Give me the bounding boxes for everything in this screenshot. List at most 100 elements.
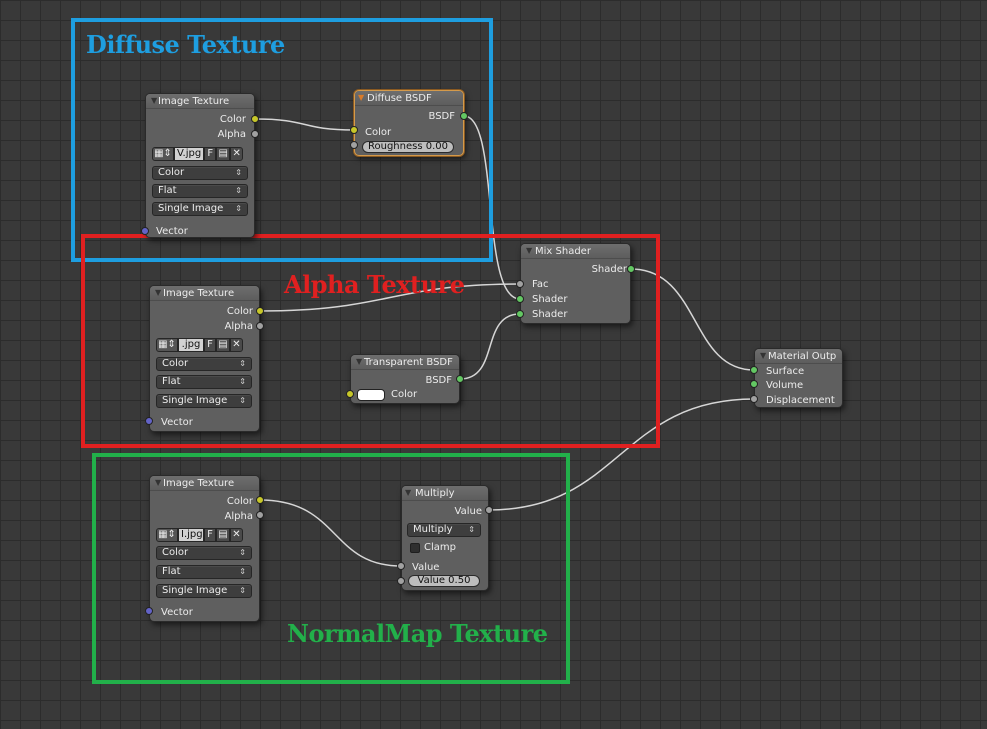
output-bsdf-socket[interactable] bbox=[456, 375, 464, 383]
output-shader-socket[interactable] bbox=[627, 265, 635, 273]
close-icon[interactable]: ✕ bbox=[230, 338, 243, 352]
image-texture-node-1[interactable]: ▼ Image Texture Color Alpha ▦⇕ V.jpg F ▤… bbox=[145, 93, 255, 238]
input-shader-1-socket[interactable] bbox=[516, 295, 524, 303]
input-vector-socket[interactable] bbox=[145, 417, 153, 425]
color-space-dropdown[interactable]: Color ⇕ bbox=[156, 357, 252, 371]
fake-user-button[interactable]: F bbox=[204, 528, 216, 542]
fake-user-button[interactable]: F bbox=[204, 147, 217, 161]
input-vector-socket[interactable] bbox=[145, 607, 153, 615]
input-shader-2-socket[interactable] bbox=[516, 310, 524, 318]
projection-dropdown[interactable]: Flat ⇕ bbox=[156, 375, 252, 389]
image-selector[interactable]: ▦⇕ .jpg F ▤ ✕ bbox=[156, 338, 243, 352]
projection-dropdown[interactable]: Flat ⇕ bbox=[152, 184, 248, 198]
updown-arrow-icon: ⇕ bbox=[235, 168, 242, 177]
output-color-socket[interactable] bbox=[256, 496, 264, 504]
triangle-down-icon[interactable]: ▼ bbox=[526, 246, 532, 255]
frame-diffuse-title: Diffuse Texture bbox=[86, 30, 285, 59]
output-value-label: Value bbox=[454, 506, 482, 517]
input-displacement-socket[interactable] bbox=[750, 395, 758, 403]
triangle-down-icon[interactable]: ▼ bbox=[760, 351, 766, 360]
node-title: Material Outp bbox=[768, 351, 837, 362]
updown-arrow-icon: ⇕ bbox=[239, 377, 246, 386]
triangle-down-icon[interactable]: ▼ bbox=[405, 488, 411, 497]
input-volume-socket[interactable] bbox=[750, 380, 758, 388]
input-fac-socket[interactable] bbox=[516, 280, 524, 288]
image-texture-node-3[interactable]: ▼ Image Texture Color Alpha ▦⇕ I.jpg F ▤… bbox=[149, 475, 260, 622]
image-texture-node-2[interactable]: ▼ Image Texture Color Alpha ▦⇕ .jpg F ▤ … bbox=[149, 285, 260, 432]
output-alpha-socket[interactable] bbox=[251, 130, 259, 138]
projection-dropdown[interactable]: Flat ⇕ bbox=[156, 565, 252, 579]
folder-icon[interactable]: ▤ bbox=[216, 147, 231, 161]
color-space-dropdown[interactable]: Color ⇕ bbox=[152, 166, 248, 180]
input-shader-1-label: Shader bbox=[532, 294, 568, 305]
input-roughness-socket[interactable] bbox=[350, 141, 358, 149]
input-surface-socket[interactable] bbox=[750, 366, 758, 374]
transparent-bsdf-node[interactable]: ▼ Transparent BSDF BSDF Color bbox=[350, 354, 460, 404]
output-alpha-socket[interactable] bbox=[256, 322, 264, 330]
multiply-node[interactable]: ▼ Multiply Value Multiply ⇕ Clamp Value … bbox=[401, 485, 489, 591]
node-header[interactable]: ▼ Image Texture bbox=[146, 94, 254, 109]
output-value-socket[interactable] bbox=[485, 506, 493, 514]
output-bsdf-socket[interactable] bbox=[460, 112, 468, 120]
roughness-slider[interactable]: Roughness 0.00 bbox=[362, 141, 454, 153]
triangle-down-icon[interactable]: ▼ bbox=[358, 93, 364, 102]
image-icon[interactable]: ▦⇕ bbox=[152, 147, 174, 161]
image-icon[interactable]: ▦⇕ bbox=[156, 528, 178, 542]
output-color-label: Color bbox=[226, 496, 253, 507]
input-value-socket[interactable] bbox=[397, 562, 405, 570]
clamp-checkbox[interactable] bbox=[410, 543, 420, 553]
triangle-down-icon[interactable]: ▼ bbox=[151, 96, 157, 105]
diffuse-bsdf-node[interactable]: ▼ Diffuse BSDF BSDF Color Roughness 0.00 bbox=[354, 90, 464, 156]
material-output-node[interactable]: ▼ Material Outp Surface Volume Displacem… bbox=[754, 348, 843, 408]
image-selector[interactable]: ▦⇕ I.jpg F ▤ ✕ bbox=[156, 528, 243, 542]
node-header[interactable]: ▼ Image Texture bbox=[150, 286, 259, 301]
close-icon[interactable]: ✕ bbox=[230, 528, 243, 542]
input-color-label: Color bbox=[391, 389, 418, 400]
triangle-down-icon[interactable]: ▼ bbox=[356, 357, 362, 366]
close-icon[interactable]: ✕ bbox=[230, 147, 244, 161]
fake-user-button[interactable]: F bbox=[204, 338, 216, 352]
node-header[interactable]: ▼ Transparent BSDF bbox=[351, 355, 459, 370]
input-color-label: Color bbox=[365, 127, 392, 138]
source-dropdown[interactable]: Single Image ⇕ bbox=[156, 394, 252, 408]
node-title: Image Texture bbox=[158, 96, 230, 107]
triangle-down-icon[interactable]: ▼ bbox=[155, 288, 161, 297]
input-vector-socket[interactable] bbox=[141, 227, 149, 235]
node-header[interactable]: ▼ Diffuse BSDF bbox=[355, 91, 463, 106]
folder-icon[interactable]: ▤ bbox=[216, 528, 230, 542]
mix-shader-node[interactable]: ▼ Mix Shader Shader Fac Shader Shader bbox=[520, 243, 631, 324]
node-title: Image Texture bbox=[163, 478, 235, 489]
image-icon[interactable]: ▦⇕ bbox=[156, 338, 178, 352]
operation-dropdown[interactable]: Multiply ⇕ bbox=[407, 523, 481, 537]
node-title: Mix Shader bbox=[535, 246, 591, 257]
input-shader-2-label: Shader bbox=[532, 309, 568, 320]
output-bsdf-label: BSDF bbox=[425, 375, 452, 386]
triangle-down-icon[interactable]: ▼ bbox=[155, 478, 161, 487]
color-swatch[interactable] bbox=[357, 389, 385, 401]
input-value-2-socket[interactable] bbox=[397, 577, 405, 585]
input-color-socket[interactable] bbox=[350, 126, 358, 134]
output-alpha-label: Alpha bbox=[224, 511, 253, 522]
image-name-field[interactable]: .jpg bbox=[178, 338, 204, 352]
node-header[interactable]: ▼ Material Outp bbox=[755, 349, 842, 364]
image-selector[interactable]: ▦⇕ V.jpg F ▤ ✕ bbox=[152, 147, 244, 161]
input-vector-label: Vector bbox=[161, 607, 193, 618]
updown-arrow-icon: ⇕ bbox=[239, 586, 246, 595]
output-alpha-socket[interactable] bbox=[256, 511, 264, 519]
input-vector-label: Vector bbox=[156, 226, 188, 237]
image-name-field[interactable]: V.jpg bbox=[174, 147, 205, 161]
node-header[interactable]: ▼ Image Texture bbox=[150, 476, 259, 491]
node-header[interactable]: ▼ Multiply bbox=[402, 486, 488, 501]
value-slider[interactable]: Value 0.50 bbox=[408, 575, 480, 587]
output-color-socket[interactable] bbox=[256, 307, 264, 315]
color-space-dropdown[interactable]: Color ⇕ bbox=[156, 546, 252, 560]
source-dropdown[interactable]: Single Image ⇕ bbox=[156, 584, 252, 598]
folder-icon[interactable]: ▤ bbox=[216, 338, 230, 352]
source-dropdown[interactable]: Single Image ⇕ bbox=[152, 202, 248, 216]
node-header[interactable]: ▼ Mix Shader bbox=[521, 244, 630, 259]
input-displacement-label: Displacement bbox=[766, 395, 835, 406]
input-fac-label: Fac bbox=[532, 279, 549, 290]
input-color-socket[interactable] bbox=[346, 390, 354, 398]
output-color-socket[interactable] bbox=[251, 115, 259, 123]
image-name-field[interactable]: I.jpg bbox=[178, 528, 204, 542]
